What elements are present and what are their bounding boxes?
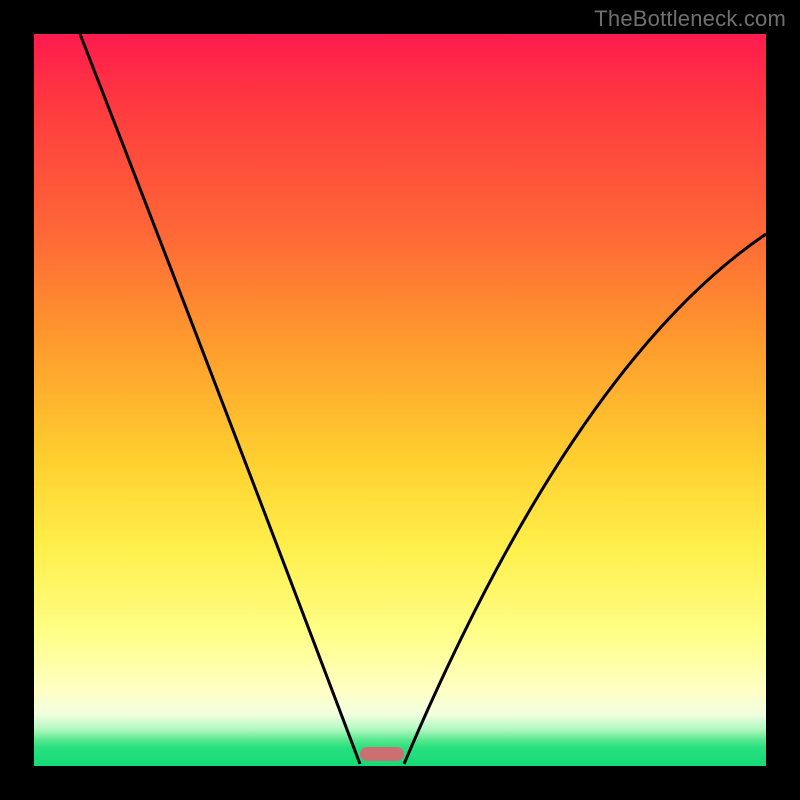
chart-frame: TheBottleneck.com [0, 0, 800, 800]
curve-right-branch [404, 234, 766, 764]
watermark-text: TheBottleneck.com [594, 6, 786, 32]
optimum-marker [360, 747, 404, 761]
bottleneck-curve [34, 34, 766, 766]
curve-left-branch [80, 34, 360, 764]
plot-area [34, 34, 766, 766]
